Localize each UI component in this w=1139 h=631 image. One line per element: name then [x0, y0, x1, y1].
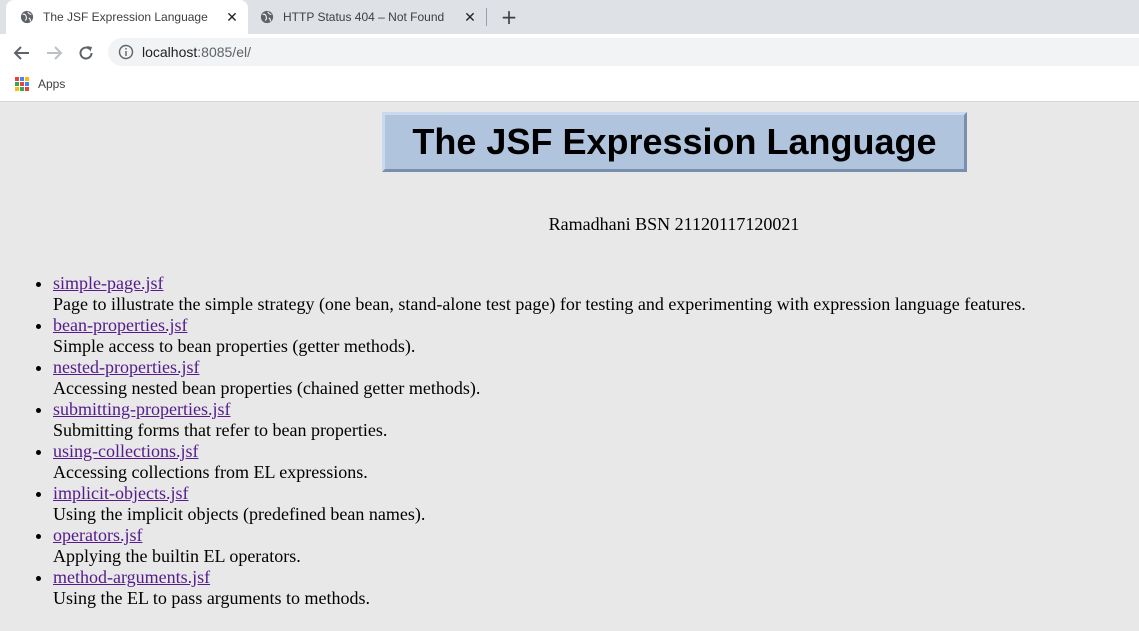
reload-button[interactable] [75, 42, 97, 64]
globe-icon [20, 10, 34, 24]
browser-toolbar: localhost:8085/el/ [0, 34, 1139, 70]
link-submitting-properties[interactable]: submitting-properties.jsf [53, 399, 230, 419]
link-method-arguments[interactable]: method-arguments.jsf [53, 567, 210, 587]
link-description: Applying the builtin EL operators. [53, 546, 301, 566]
tab-title: The JSF Expression Language [43, 10, 208, 24]
list-item: operators.jsfApplying the builtin EL ope… [53, 525, 1026, 567]
tab-strip: The JSF Expression Language ✕ HTTP Statu… [0, 0, 1139, 34]
link-using-collections[interactable]: using-collections.jsf [53, 441, 198, 461]
link-simple-page[interactable]: simple-page.jsf [53, 273, 163, 293]
apps-label: Apps [38, 77, 66, 91]
list-item: method-arguments.jsfUsing the EL to pass… [53, 567, 1026, 609]
info-icon[interactable] [118, 44, 134, 60]
page-title-box: The JSF Expression Language [382, 112, 967, 172]
new-tab-button[interactable]: + [498, 5, 520, 29]
tab-separator [486, 8, 487, 26]
page-title: The JSF Expression Language [412, 121, 937, 162]
list-item: submitting-properties.jsfSubmitting form… [53, 399, 1026, 441]
link-implicit-objects[interactable]: implicit-objects.jsf [53, 483, 188, 503]
page-content: The JSF Expression Language Ramadhani BS… [0, 102, 1139, 631]
link-description: Simple access to bean properties (getter… [53, 336, 416, 356]
address-bar[interactable]: localhost:8085/el/ [108, 38, 1139, 66]
link-nested-properties[interactable]: nested-properties.jsf [53, 357, 199, 377]
link-list: simple-page.jsfPage to illustrate the si… [0, 273, 1026, 609]
tab-http-404[interactable]: HTTP Status 404 – Not Found ✕ [246, 0, 486, 34]
url-host: localhost [142, 44, 198, 60]
link-description: Using the implicit objects (predefined b… [53, 504, 426, 524]
list-item: simple-page.jsfPage to illustrate the si… [53, 273, 1026, 315]
forward-button[interactable] [43, 42, 65, 64]
link-description: Accessing collections from EL expression… [53, 462, 368, 482]
list-item: nested-properties.jsfAccessing nested be… [53, 357, 1026, 399]
back-button[interactable] [11, 42, 33, 64]
link-bean-properties[interactable]: bean-properties.jsf [53, 315, 187, 335]
reload-icon [79, 46, 93, 60]
bookmarks-bar: Apps [0, 70, 1139, 102]
apps-grid-icon [15, 77, 29, 91]
tab-jsf-expression-language[interactable]: The JSF Expression Language ✕ [6, 0, 248, 34]
apps-shortcut[interactable]: Apps [15, 77, 65, 91]
globe-icon [260, 10, 274, 24]
list-item: implicit-objects.jsfUsing the implicit o… [53, 483, 1026, 525]
arrow-left-icon [13, 46, 29, 60]
url-path: :8085/el/ [197, 44, 251, 60]
link-description: Submitting forms that refer to bean prop… [53, 420, 388, 440]
arrow-right-icon [47, 46, 63, 60]
list-item: bean-properties.jsfSimple access to bean… [53, 315, 1026, 357]
close-tab-icon[interactable]: ✕ [462, 9, 478, 25]
link-description: Page to illustrate the simple strategy (… [53, 294, 1026, 314]
list-item: using-collections.jsfAccessing collectio… [53, 441, 1026, 483]
url-text: localhost:8085/el/ [142, 44, 251, 60]
link-description: Using the EL to pass arguments to method… [53, 588, 370, 608]
close-tab-icon[interactable]: ✕ [224, 9, 240, 25]
author-line: Ramadhani BSN 21120117120021 [548, 214, 800, 234]
link-operators[interactable]: operators.jsf [53, 525, 142, 545]
tab-title: HTTP Status 404 – Not Found [283, 10, 445, 24]
link-description: Accessing nested bean properties (chaine… [53, 378, 481, 398]
